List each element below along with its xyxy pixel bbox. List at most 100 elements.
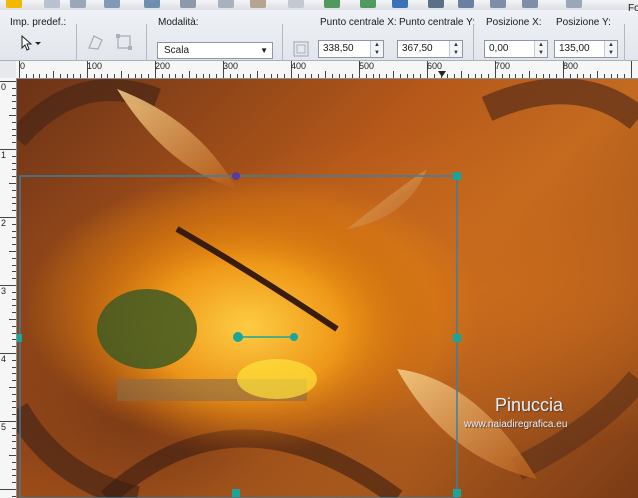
ruler-tick	[12, 400, 16, 402]
help-icon[interactable]	[392, 0, 408, 8]
ruler-label: 1	[1, 150, 7, 160]
ruler-label: 600	[427, 61, 443, 71]
ruler-tick	[12, 94, 16, 96]
ruler-tick	[12, 407, 16, 409]
ruler-tick	[12, 291, 16, 293]
paste-icon[interactable]	[250, 0, 266, 8]
options-separator	[146, 24, 147, 66]
ruler-tick	[32, 74, 34, 78]
ruler-tick	[53, 71, 54, 78]
ruler-tick	[474, 74, 476, 78]
options-trailing-label: Fo	[628, 3, 638, 14]
ruler-tick	[12, 271, 16, 273]
ruler-tick	[420, 74, 422, 78]
tool-options-bar: Imp. predef.: Modalità: Scala ▼ Punto ce…	[0, 3, 638, 66]
ruler-tick	[597, 71, 598, 78]
options-separator	[282, 24, 283, 66]
ruler-corner	[0, 61, 17, 79]
preset-picker-button[interactable]	[18, 34, 44, 52]
ruler-tick	[107, 74, 109, 78]
ruler-tick	[603, 74, 605, 78]
chevron-down-icon[interactable]: ▼	[450, 49, 462, 57]
histogram-icon[interactable]	[428, 0, 444, 8]
mesh-tool-button[interactable]	[86, 32, 106, 52]
position-x-input[interactable]: 0,00 ▲ ▼	[484, 40, 548, 58]
open-icon[interactable]	[44, 0, 60, 8]
ruler-tick	[12, 373, 16, 375]
save-icon[interactable]	[70, 0, 86, 8]
chevron-down-icon[interactable]: ▼	[535, 49, 547, 57]
ruler-tick	[12, 495, 16, 497]
center-y-stepper[interactable]: ▲ ▼	[449, 41, 462, 57]
ruler-tick	[229, 74, 231, 78]
transform-tool-button[interactable]	[114, 32, 134, 52]
effects-icon[interactable]	[458, 0, 474, 8]
ruler-tick	[12, 366, 16, 368]
ruler-tick	[522, 74, 524, 78]
chevron-down-icon[interactable]: ▼	[371, 49, 383, 57]
ruler-tick	[352, 74, 354, 78]
horizontal-ruler: 0 100 200 300 400 500 600 700 800	[16, 61, 638, 79]
chevron-up-icon[interactable]: ▲	[605, 41, 617, 49]
watermark-site: www.naiadiregrafica.eu	[464, 419, 568, 430]
options-separator	[76, 24, 77, 66]
ruler-tick	[0, 489, 16, 490]
ruler-tick	[9, 251, 16, 252]
chevron-down-icon[interactable]: ▼	[605, 49, 617, 57]
options-separator	[624, 24, 625, 66]
ruler-tick	[515, 74, 517, 78]
layers-icon[interactable]	[566, 0, 582, 8]
ruler-tick	[447, 74, 449, 78]
ruler-tick	[121, 71, 122, 78]
ruler-tick	[345, 74, 347, 78]
mesh-icon	[88, 35, 103, 50]
chevron-up-icon[interactable]: ▲	[535, 41, 547, 49]
center-x-input[interactable]: 338,50 ▲ ▼	[318, 40, 384, 58]
center-x-stepper[interactable]: ▲ ▼	[370, 41, 383, 57]
zoom-icon[interactable]	[144, 0, 160, 8]
ruler-tick	[277, 74, 279, 78]
position-x-stepper[interactable]: ▲ ▼	[534, 41, 547, 57]
ruler-tick	[12, 237, 16, 239]
center-y-input[interactable]: 367,50 ▲ ▼	[397, 40, 463, 58]
ruler-tick	[12, 298, 16, 300]
position-y-stepper[interactable]: ▲ ▼	[604, 41, 617, 57]
chevron-up-icon[interactable]: ▲	[371, 41, 383, 49]
ruler-tick	[12, 128, 16, 130]
ruler-tick	[195, 74, 197, 78]
ruler-tick	[556, 74, 558, 78]
zoom-in-icon[interactable]	[490, 0, 506, 8]
ruler-tick	[25, 74, 27, 78]
ruler-tick	[454, 74, 456, 78]
perspective-button[interactable]	[292, 40, 310, 58]
ruler-label: 800	[563, 61, 579, 71]
print-icon[interactable]	[180, 0, 196, 8]
undo-icon[interactable]	[104, 0, 120, 8]
ruler-tick	[481, 74, 483, 78]
copy-icon[interactable]	[218, 0, 234, 8]
image-canvas[interactable]: Pinuccia www.naiadiregrafica.eu	[17, 79, 638, 498]
ruler-tick	[338, 74, 340, 78]
position-y-input[interactable]: 135,00 ▲ ▼	[554, 40, 618, 58]
ruler-tick	[617, 74, 619, 78]
new-file-icon[interactable]	[6, 0, 22, 8]
ruler-tick	[12, 203, 16, 205]
rotate-right-icon[interactable]	[360, 0, 376, 8]
document-icon[interactable]	[288, 0, 304, 8]
ruler-tick	[386, 74, 388, 78]
zoom-out-icon[interactable]	[522, 0, 538, 8]
mode-select[interactable]: Scala ▼	[157, 42, 273, 59]
position-y-label: Posizione Y:	[556, 17, 611, 28]
chevron-up-icon[interactable]: ▲	[450, 41, 462, 49]
ruler-tick	[12, 244, 16, 246]
ruler-tick	[127, 74, 129, 78]
position-y-value: 135,00	[559, 43, 590, 54]
ruler-tick	[9, 455, 16, 456]
ruler-tick	[12, 393, 16, 395]
ruler-tick	[9, 319, 16, 320]
ruler-label: 0	[20, 61, 26, 71]
rotate-left-icon[interactable]	[324, 0, 340, 8]
ruler-label: 200	[155, 61, 171, 71]
ruler-tick	[631, 61, 632, 78]
ruler-tick	[318, 74, 320, 78]
